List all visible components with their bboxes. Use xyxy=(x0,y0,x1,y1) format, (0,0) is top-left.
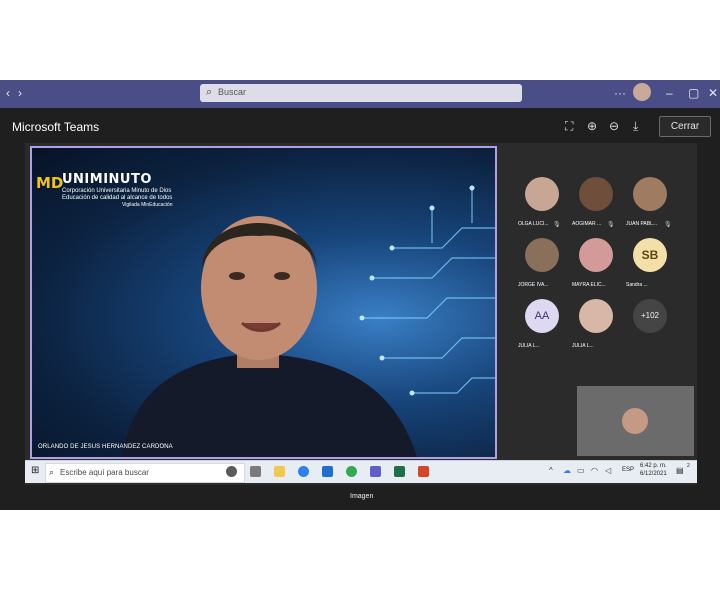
logo-subtitle-1: Corporación Universitaria Minuto de Dios xyxy=(62,188,172,194)
powerpoint-icon[interactable] xyxy=(418,466,429,477)
chrome-icon[interactable] xyxy=(346,466,357,477)
clock-date: 6/12/2021 xyxy=(640,471,667,477)
participant-name: JULIA L... xyxy=(518,343,540,349)
download-icon[interactable]: ⤓ xyxy=(633,119,638,134)
maximize-icon[interactable]: ▢ xyxy=(688,86,699,100)
minimize-icon[interactable]: – xyxy=(666,86,673,100)
participant-name: JORGE IVA... xyxy=(518,282,549,288)
zoom-out-icon[interactable]: ⊖ xyxy=(609,119,619,133)
volume-icon[interactable]: ◁ xyxy=(605,466,611,475)
forward-arrow-icon[interactable]: › xyxy=(18,86,22,100)
battery-icon[interactable]: ▭ xyxy=(577,466,585,475)
search-placeholder: Buscar xyxy=(218,87,247,97)
participant-name: MAYRA ELIC... xyxy=(572,282,606,288)
taskbar-search-box[interactable]: ⌕ Escribe aquí para buscar xyxy=(45,463,245,483)
participant-name: JUAN PABL... xyxy=(626,221,658,227)
uniminuto-logo-name: UNIMINUTO xyxy=(62,172,152,187)
notifications-count: 2 xyxy=(687,463,690,469)
logo-subtitle-3: Vigilada MinEducación xyxy=(122,202,173,208)
back-arrow-icon[interactable]: ‹ xyxy=(6,86,10,100)
presenter-name-label: ORLANDO DE JESUS HERNANDEZ CARDONA xyxy=(38,444,173,450)
more-participants-badge[interactable]: +102 xyxy=(633,299,667,333)
file-explorer-icon[interactable] xyxy=(274,466,285,477)
mic-muted-icon: 🎙 xyxy=(553,222,561,228)
participant-avatar[interactable] xyxy=(579,238,613,272)
close-window-icon[interactable]: ✕ xyxy=(708,86,718,100)
tray-chevron-icon[interactable]: ^ xyxy=(549,466,553,475)
edge-icon[interactable] xyxy=(298,466,309,477)
windows-start-icon[interactable]: ⊞ xyxy=(31,465,39,476)
wifi-icon[interactable]: ◠ xyxy=(591,466,598,475)
participant-avatar[interactable] xyxy=(633,177,667,211)
presenter-video: MD UNIMINUTO Corporación Universitaria M… xyxy=(30,146,497,459)
close-button[interactable]: Cerrar xyxy=(659,116,711,137)
self-avatar xyxy=(622,408,648,434)
taskbar-clock[interactable]: 6:42 p. m. 6/12/2021 xyxy=(640,462,667,478)
clock-time: 6:42 p. m. xyxy=(640,463,667,469)
cortana-icon[interactable] xyxy=(226,466,237,477)
participant-name: Sandra ... xyxy=(626,282,648,288)
search-icon: ⌕ xyxy=(49,467,55,477)
participant-avatar[interactable] xyxy=(525,177,559,211)
presenter-body xyxy=(122,353,417,457)
outlook-icon[interactable] xyxy=(322,466,333,477)
participant-name: OLGA LUCI... xyxy=(518,221,549,227)
participant-initials-avatar[interactable]: AA xyxy=(525,299,559,333)
participant-avatar[interactable] xyxy=(579,299,613,333)
notifications-icon[interactable]: ▤ xyxy=(676,466,684,475)
windows-taskbar: ⊞ ⌕ Escribe aquí para buscar ^ ☁ ▭ ◠ ◁ E… xyxy=(25,460,697,483)
image-caption: Imagen xyxy=(350,493,374,500)
logo-subtitle-2: Educación de calidad al alcance de todos xyxy=(62,195,173,201)
presenter-more-icon[interactable]: ··· xyxy=(159,441,166,448)
participant-initials-avatar[interactable]: SB xyxy=(633,238,667,272)
taskbar-search-placeholder: Escribe aquí para buscar xyxy=(60,468,149,477)
uniminuto-logo-mark: MD xyxy=(36,174,64,192)
self-view-video xyxy=(577,386,694,456)
zoom-in-icon[interactable]: ⊕ xyxy=(587,119,597,133)
more-options-icon[interactable]: ··· xyxy=(614,86,626,100)
mic-muted-icon: 🎙 xyxy=(607,222,615,228)
user-avatar[interactable] xyxy=(633,83,651,101)
participant-name: JULIA L... xyxy=(572,343,594,349)
participant-avatar[interactable] xyxy=(579,177,613,211)
search-input[interactable]: ⌕ Buscar xyxy=(200,84,522,102)
participant-name: AOGIMAR ... xyxy=(572,221,602,227)
search-icon: ⌕ xyxy=(206,86,213,98)
task-view-icon[interactable] xyxy=(250,466,261,477)
viewer-app-title: Microsoft Teams xyxy=(12,120,100,134)
mic-muted-icon: 🎙 xyxy=(664,222,672,228)
fit-screen-icon[interactable]: ⛶ xyxy=(565,119,573,134)
teams-icon[interactable] xyxy=(370,466,381,477)
language-indicator[interactable]: ESP xyxy=(622,467,634,473)
excel-icon[interactable] xyxy=(394,466,405,477)
participant-avatar[interactable] xyxy=(525,238,559,272)
onedrive-icon[interactable]: ☁ xyxy=(563,466,571,475)
